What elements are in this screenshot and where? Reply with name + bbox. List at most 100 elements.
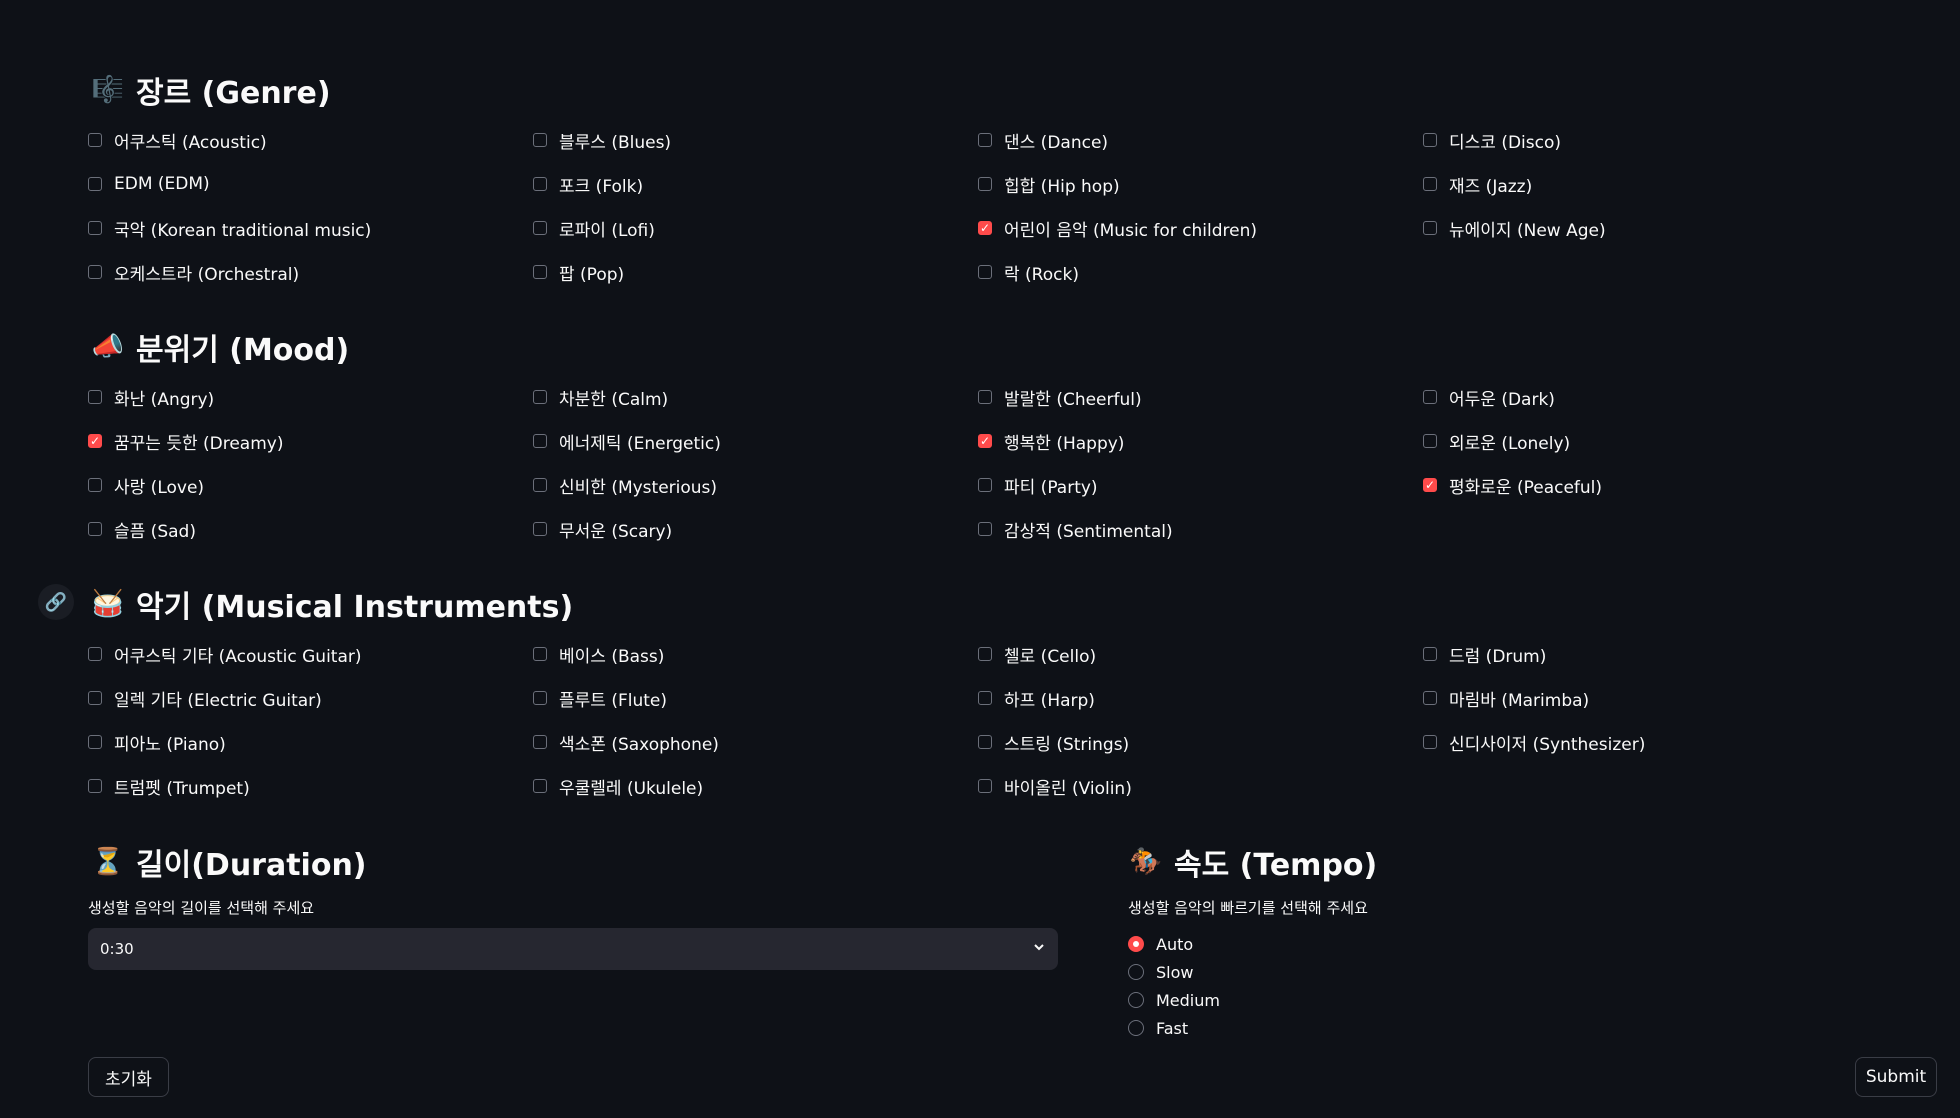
- genre-checkbox[interactable]: 힙합 (Hip hop): [978, 172, 1423, 197]
- instrument-checkbox[interactable]: 드럼 (Drum): [1423, 642, 1868, 667]
- checkbox-empty-icon[interactable]: [533, 647, 547, 661]
- checkbox-empty-icon[interactable]: [533, 691, 547, 705]
- radio-empty-icon[interactable]: [1128, 964, 1144, 980]
- checkbox-checked-icon[interactable]: [1423, 478, 1437, 492]
- checkbox-empty-icon[interactable]: [88, 522, 102, 536]
- instrument-checkbox[interactable]: 플루트 (Flute): [533, 686, 978, 711]
- checkbox-empty-icon[interactable]: [1423, 221, 1437, 235]
- checkbox-empty-icon[interactable]: [88, 265, 102, 279]
- mood-checkbox[interactable]: 화난 (Angry): [88, 385, 533, 410]
- genre-checkbox[interactable]: 오케스트라 (Orchestral): [88, 260, 533, 285]
- checkbox-empty-icon[interactable]: [533, 390, 547, 404]
- instrument-checkbox[interactable]: 트럼펫 (Trumpet): [88, 774, 533, 799]
- tempo-radio-option[interactable]: Slow: [1128, 958, 1220, 986]
- genre-checkbox[interactable]: 블루스 (Blues): [533, 128, 978, 153]
- checkbox-empty-icon[interactable]: [978, 478, 992, 492]
- checkbox-empty-icon[interactable]: [533, 177, 547, 191]
- checkbox-empty-icon[interactable]: [1423, 735, 1437, 749]
- genre-checkbox[interactable]: 댄스 (Dance): [978, 128, 1423, 153]
- checkbox-empty-icon[interactable]: [978, 522, 992, 536]
- mood-checkbox[interactable]: 발랄한 (Cheerful): [978, 385, 1423, 410]
- checkbox-empty-icon[interactable]: [533, 265, 547, 279]
- checkbox-empty-icon[interactable]: [1423, 390, 1437, 404]
- tempo-radio-option[interactable]: Auto: [1128, 930, 1220, 958]
- submit-button[interactable]: Submit: [1855, 1057, 1937, 1097]
- checkbox-empty-icon[interactable]: [88, 221, 102, 235]
- checkbox-empty-icon[interactable]: [533, 735, 547, 749]
- checkbox-empty-icon[interactable]: [533, 478, 547, 492]
- genre-checkbox[interactable]: 어쿠스틱 (Acoustic): [88, 128, 533, 153]
- checkbox-empty-icon[interactable]: [88, 735, 102, 749]
- mood-checkbox[interactable]: 행복한 (Happy): [978, 429, 1423, 454]
- mood-checkbox[interactable]: 감상적 (Sentimental): [978, 517, 1423, 542]
- checkbox-empty-icon[interactable]: [88, 779, 102, 793]
- checkbox-empty-icon[interactable]: [978, 390, 992, 404]
- mood-checkbox[interactable]: 평화로운 (Peaceful): [1423, 473, 1868, 498]
- mood-checkbox[interactable]: 신비한 (Mysterious): [533, 473, 978, 498]
- instrument-checkbox[interactable]: 하프 (Harp): [978, 686, 1423, 711]
- instrument-checkbox[interactable]: 색소폰 (Saxophone): [533, 730, 978, 755]
- checkbox-empty-icon[interactable]: [978, 133, 992, 147]
- checkbox-empty-icon[interactable]: [88, 390, 102, 404]
- mood-checkbox[interactable]: 파티 (Party): [978, 473, 1423, 498]
- instrument-checkbox[interactable]: 바이올린 (Violin): [978, 774, 1423, 799]
- reset-button[interactable]: 초기화: [88, 1057, 169, 1097]
- instrument-checkbox[interactable]: 첼로 (Cello): [978, 642, 1423, 667]
- instrument-checkbox[interactable]: 신디사이저 (Synthesizer): [1423, 730, 1868, 755]
- checkbox-empty-icon[interactable]: [533, 434, 547, 448]
- genre-checkbox[interactable]: 디스코 (Disco): [1423, 128, 1868, 153]
- checkbox-empty-icon[interactable]: [88, 691, 102, 705]
- duration-select[interactable]: 0:30: [88, 928, 1058, 970]
- genre-checkbox[interactable]: 로파이 (Lofi): [533, 216, 978, 241]
- checkbox-empty-icon[interactable]: [978, 265, 992, 279]
- checkbox-empty-icon[interactable]: [88, 177, 102, 191]
- instrument-checkbox[interactable]: 베이스 (Bass): [533, 642, 978, 667]
- mood-checkbox[interactable]: 사랑 (Love): [88, 473, 533, 498]
- checkbox-empty-icon[interactable]: [88, 133, 102, 147]
- checkbox-empty-icon[interactable]: [978, 779, 992, 793]
- instrument-checkbox[interactable]: 어쿠스틱 기타 (Acoustic Guitar): [88, 642, 533, 667]
- checkbox-empty-icon[interactable]: [533, 221, 547, 235]
- mood-checkbox[interactable]: 어두운 (Dark): [1423, 385, 1868, 410]
- checkbox-empty-icon[interactable]: [1423, 133, 1437, 147]
- checkbox-empty-icon[interactable]: [88, 647, 102, 661]
- checkbox-checked-icon[interactable]: [88, 434, 102, 448]
- mood-checkbox[interactable]: 차분한 (Calm): [533, 385, 978, 410]
- genre-checkbox[interactable]: 국악 (Korean traditional music): [88, 216, 533, 241]
- checkbox-empty-icon[interactable]: [978, 647, 992, 661]
- anchor-link-icon[interactable]: 🔗: [38, 584, 74, 620]
- genre-checkbox[interactable]: 어린이 음악 (Music for children): [978, 216, 1423, 241]
- checkbox-empty-icon[interactable]: [533, 133, 547, 147]
- checkbox-empty-icon[interactable]: [1423, 434, 1437, 448]
- mood-checkbox[interactable]: 무서운 (Scary): [533, 517, 978, 542]
- instrument-checkbox[interactable]: 마림바 (Marimba): [1423, 686, 1868, 711]
- genre-checkbox[interactable]: EDM (EDM): [88, 174, 533, 194]
- checkbox-empty-icon[interactable]: [88, 478, 102, 492]
- genre-checkbox[interactable]: 락 (Rock): [978, 260, 1423, 285]
- checkbox-empty-icon[interactable]: [533, 522, 547, 536]
- checkbox-empty-icon[interactable]: [1423, 647, 1437, 661]
- genre-checkbox[interactable]: 뉴에이지 (New Age): [1423, 216, 1868, 241]
- mood-checkbox[interactable]: 슬픔 (Sad): [88, 517, 533, 542]
- checkbox-empty-icon[interactable]: [978, 691, 992, 705]
- tempo-radio-option[interactable]: Medium: [1128, 986, 1220, 1014]
- radio-empty-icon[interactable]: [1128, 1020, 1144, 1036]
- genre-checkbox[interactable]: 팝 (Pop): [533, 260, 978, 285]
- mood-checkbox[interactable]: 꿈꾸는 듯한 (Dreamy): [88, 429, 533, 454]
- radio-selected-icon[interactable]: [1128, 936, 1144, 952]
- mood-checkbox[interactable]: 에너제틱 (Energetic): [533, 429, 978, 454]
- instrument-checkbox[interactable]: 우쿨렐레 (Ukulele): [533, 774, 978, 799]
- instrument-checkbox[interactable]: 일렉 기타 (Electric Guitar): [88, 686, 533, 711]
- checkbox-empty-icon[interactable]: [1423, 691, 1437, 705]
- mood-checkbox[interactable]: 외로운 (Lonely): [1423, 429, 1868, 454]
- radio-empty-icon[interactable]: [1128, 992, 1144, 1008]
- checkbox-empty-icon[interactable]: [978, 735, 992, 749]
- checkbox-checked-icon[interactable]: [978, 434, 992, 448]
- checkbox-empty-icon[interactable]: [533, 779, 547, 793]
- tempo-radio-option[interactable]: Fast: [1128, 1014, 1220, 1042]
- checkbox-empty-icon[interactable]: [978, 177, 992, 191]
- instrument-checkbox[interactable]: 피아노 (Piano): [88, 730, 533, 755]
- checkbox-empty-icon[interactable]: [1423, 177, 1437, 191]
- checkbox-checked-icon[interactable]: [978, 221, 992, 235]
- instrument-checkbox[interactable]: 스트링 (Strings): [978, 730, 1423, 755]
